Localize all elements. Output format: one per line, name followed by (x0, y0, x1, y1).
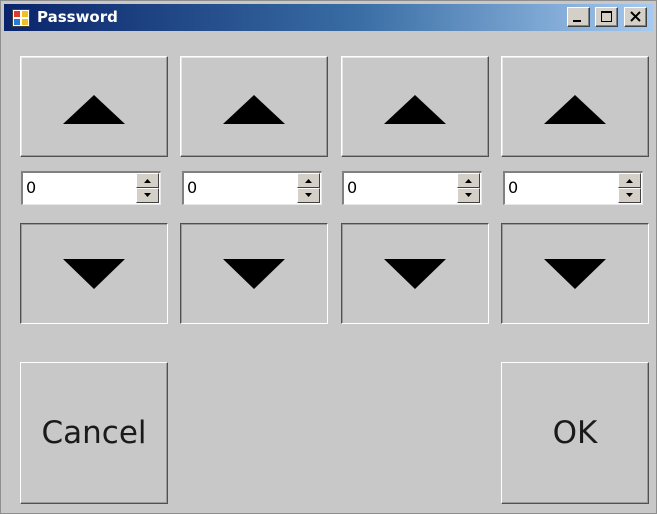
triangle-down-icon (223, 259, 285, 289)
digit-1-value[interactable]: 0 (26, 178, 36, 197)
window-title: Password (37, 8, 118, 26)
digit-4-value[interactable]: 0 (508, 178, 518, 197)
triangle-up-icon (544, 95, 606, 124)
digit-4-spin-down[interactable] (618, 188, 641, 203)
minimize-icon (573, 20, 581, 22)
triangle-down-icon (384, 259, 446, 289)
spin-up-icon (465, 179, 472, 183)
digit-2-up-button[interactable] (180, 56, 328, 157)
cancel-button[interactable]: Cancel (20, 362, 168, 504)
digit-3-spin-down[interactable] (457, 188, 480, 203)
minimize-button[interactable] (567, 7, 590, 27)
digit-2-spin-up[interactable] (297, 173, 320, 188)
maximize-icon (601, 11, 612, 22)
digit-4-up-button[interactable] (501, 56, 649, 157)
digit-1-spin-up[interactable] (136, 173, 159, 188)
spin-up-icon (626, 179, 633, 183)
title-bar[interactable]: Password (4, 4, 653, 31)
spin-down-icon (465, 193, 472, 197)
spin-down-icon (305, 193, 312, 197)
spin-up-icon (144, 179, 151, 183)
digit-1-spin-down[interactable] (136, 188, 159, 203)
digit-4-spin-up[interactable] (618, 173, 641, 188)
triangle-up-icon (63, 95, 125, 124)
maximize-button[interactable] (595, 7, 618, 27)
digit-3-down-button[interactable] (341, 223, 489, 324)
spin-down-icon (626, 193, 633, 197)
ok-button[interactable]: OK (501, 362, 649, 504)
close-icon (630, 11, 641, 22)
digit-2-field[interactable]: 0 (182, 171, 322, 205)
digit-2-down-button[interactable] (180, 223, 328, 324)
digit-2-value[interactable]: 0 (187, 178, 197, 197)
digit-3-spin-up[interactable] (457, 173, 480, 188)
triangle-down-icon (544, 259, 606, 289)
spin-down-icon (144, 193, 151, 197)
digit-3-up-button[interactable] (341, 56, 489, 157)
digit-1-down-button[interactable] (20, 223, 168, 324)
triangle-up-icon (384, 95, 446, 124)
triangle-up-icon (223, 95, 285, 124)
spin-up-icon (305, 179, 312, 183)
digit-3-value[interactable]: 0 (347, 178, 357, 197)
app-window-icon (12, 9, 30, 27)
digit-3-field[interactable]: 0 (342, 171, 482, 205)
digit-4-down-button[interactable] (501, 223, 649, 324)
digit-4-field[interactable]: 0 (503, 171, 643, 205)
close-button[interactable] (624, 7, 647, 27)
digit-1-field[interactable]: 0 (21, 171, 161, 205)
password-dialog: Password 0 0 0 0 Cancel OK (0, 0, 657, 514)
triangle-down-icon (63, 259, 125, 289)
digit-1-up-button[interactable] (20, 56, 168, 157)
digit-2-spin-down[interactable] (297, 188, 320, 203)
